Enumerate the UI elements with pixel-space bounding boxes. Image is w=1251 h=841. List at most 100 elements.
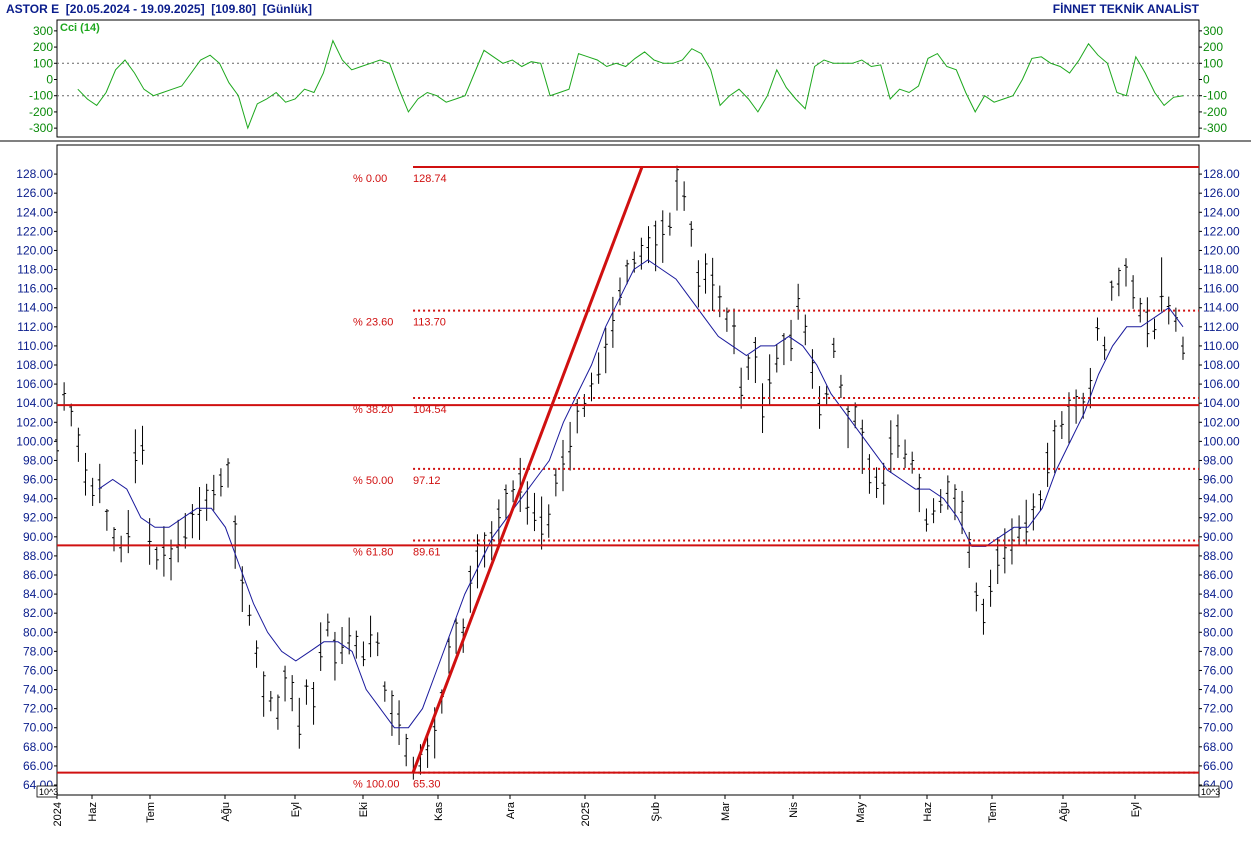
fib-value-label: 89.61 — [413, 547, 441, 559]
price-bars — [55, 165, 1185, 780]
price-y-tick-label-right: 66.00 — [1203, 759, 1233, 773]
price-y-tick-label-right: 112.00 — [1203, 320, 1239, 334]
price-y-tick-label-right: 76.00 — [1203, 663, 1233, 677]
price-y-tick-label-left: 90.00 — [23, 530, 53, 544]
price-y-tick-label-left: 98.00 — [23, 453, 53, 467]
cci-title: Cci (14) — [60, 22, 100, 34]
cci-y-tick-label-left: 300 — [33, 24, 53, 38]
price-y-tick-label-left: 126.00 — [16, 186, 53, 200]
price-y-tick-label-right: 82.00 — [1203, 606, 1233, 620]
x-tick-label: Haz — [87, 802, 99, 822]
price-y-tick-label-right: 104.00 — [1203, 396, 1240, 410]
price-y-tick-label-left: 66.00 — [23, 759, 53, 773]
x-tick-label: 2024 — [52, 802, 64, 826]
price-y-tick-label-left: 94.00 — [23, 492, 53, 506]
cci-y-tick-label-left: -300 — [29, 121, 53, 135]
price-y-tick-label-left: 102.00 — [16, 415, 53, 429]
chart-root: ASTOR E [20.05.2024 - 19.09.2025] [109.8… — [0, 0, 1251, 841]
fib-percent-label: % 0.00 — [353, 173, 387, 185]
price-y-tick-label-right: 98.00 — [1203, 453, 1233, 467]
price-y-tick-label-right: 118.00 — [1203, 263, 1239, 277]
cci-y-tick-label-left: -100 — [29, 89, 53, 103]
x-tick-label: Eki — [358, 802, 370, 817]
fib-value-label: 128.74 — [413, 173, 447, 185]
price-y-tick-label-left: 112.00 — [17, 320, 53, 334]
price-y-tick-label-left: 108.00 — [16, 358, 53, 372]
x-tick-label: Tem — [987, 802, 999, 823]
price-y-tick-label-right: 88.00 — [1203, 549, 1233, 563]
x-tick-label: Ara — [505, 801, 517, 819]
price-y-tick-label-left: 116.00 — [17, 282, 53, 296]
price-y-tick-label-left: 120.00 — [16, 243, 53, 257]
price-y-tick-label-right: 102.00 — [1203, 415, 1240, 429]
price-y-tick-label-left: 92.00 — [23, 511, 53, 525]
cci-y-tick-label-right: 100 — [1203, 56, 1223, 70]
fib-percent-label: % 50.00 — [353, 475, 393, 487]
price-y-tick-label-right: 120.00 — [1203, 243, 1240, 257]
exponent-label-left: 10^3 — [39, 787, 58, 797]
cci-y-tick-label-right: -300 — [1203, 121, 1227, 135]
price-y-tick-label-right: 94.00 — [1203, 492, 1233, 506]
cci-y-tick-label-left: 0 — [46, 73, 53, 87]
price-y-tick-label-right: 106.00 — [1203, 377, 1240, 391]
cci-y-tick-label-left: 200 — [33, 40, 53, 54]
x-tick-label: Mar — [720, 802, 732, 821]
price-y-tick-label-right: 68.00 — [1203, 740, 1233, 754]
x-tick-label: Ağu — [220, 802, 232, 822]
x-tick-label: Tem — [145, 802, 157, 823]
price-y-tick-label-right: 70.00 — [1203, 721, 1233, 735]
x-tick-label: 2025 — [580, 802, 592, 826]
moving-average-line — [98, 259, 1184, 729]
price-y-tick-label-left: 124.00 — [16, 205, 53, 219]
price-y-tick-label-left: 100.00 — [16, 434, 53, 448]
price-y-tick-label-left: 106.00 — [16, 377, 53, 391]
price-y-tick-label-right: 122.00 — [1203, 224, 1240, 238]
price-y-tick-label-left: 110.00 — [17, 339, 53, 353]
price-y-tick-label-right: 110.00 — [1203, 339, 1239, 353]
price-y-tick-label-left: 80.00 — [23, 625, 53, 639]
x-tick-label: Kas — [433, 802, 445, 821]
fib-percent-label: % 23.60 — [353, 317, 393, 329]
x-tick-label: May — [855, 802, 867, 823]
price-y-tick-label-left: 78.00 — [23, 644, 53, 658]
cci-y-tick-label-left: 100 — [33, 56, 53, 70]
price-y-tick-label-right: 78.00 — [1203, 644, 1233, 658]
exponent-label-right: 10^3 — [1201, 787, 1220, 797]
price-y-tick-label-right: 80.00 — [1203, 625, 1233, 639]
fib-percent-label: % 61.80 — [353, 547, 393, 559]
price-y-tick-label-left: 122.00 — [16, 224, 53, 238]
x-tick-label: Eyl — [290, 802, 302, 817]
price-y-tick-label-left: 86.00 — [23, 568, 53, 582]
cci-line — [77, 39, 1184, 130]
price-y-tick-label-left: 74.00 — [23, 683, 53, 697]
price-y-tick-label-right: 96.00 — [1203, 473, 1233, 487]
price-y-tick-label-right: 84.00 — [1203, 587, 1233, 601]
price-y-tick-label-right: 114.00 — [1203, 301, 1239, 315]
price-y-tick-label-right: 92.00 — [1203, 511, 1233, 525]
price-y-tick-label-right: 72.00 — [1203, 702, 1233, 716]
price-y-tick-label-left: 128.00 — [16, 167, 53, 181]
x-tick-label: Eyl — [1130, 802, 1142, 817]
cci-y-tick-label-right: 0 — [1203, 73, 1210, 87]
price-y-tick-label-left: 88.00 — [23, 549, 53, 563]
price-y-tick-label-right: 90.00 — [1203, 530, 1233, 544]
price-y-tick-label-left: 104.00 — [16, 396, 53, 410]
fib-value-label: 113.70 — [413, 317, 446, 329]
price-y-tick-label-left: 114.00 — [17, 301, 53, 315]
fib-value-label: 97.12 — [413, 475, 441, 487]
price-y-tick-label-left: 84.00 — [23, 587, 53, 601]
price-y-tick-label-left: 118.00 — [17, 263, 53, 277]
price-y-tick-label-right: 116.00 — [1203, 282, 1239, 296]
x-tick-label: Haz — [922, 802, 934, 822]
price-y-tick-label-right: 86.00 — [1203, 568, 1233, 582]
x-tick-label: Şub — [650, 802, 662, 822]
price-y-tick-label-right: 74.00 — [1203, 683, 1233, 697]
cci-y-tick-label-right: 300 — [1203, 24, 1223, 38]
price-y-tick-label-left: 96.00 — [23, 473, 53, 487]
price-y-tick-label-right: 126.00 — [1203, 186, 1240, 200]
cci-y-tick-label-left: -200 — [29, 105, 53, 119]
price-y-tick-label-left: 82.00 — [23, 606, 53, 620]
price-y-tick-label-right: 128.00 — [1203, 167, 1240, 181]
x-tick-label: Ağu — [1058, 802, 1070, 822]
cci-panel-frame — [56, 19, 1200, 138]
